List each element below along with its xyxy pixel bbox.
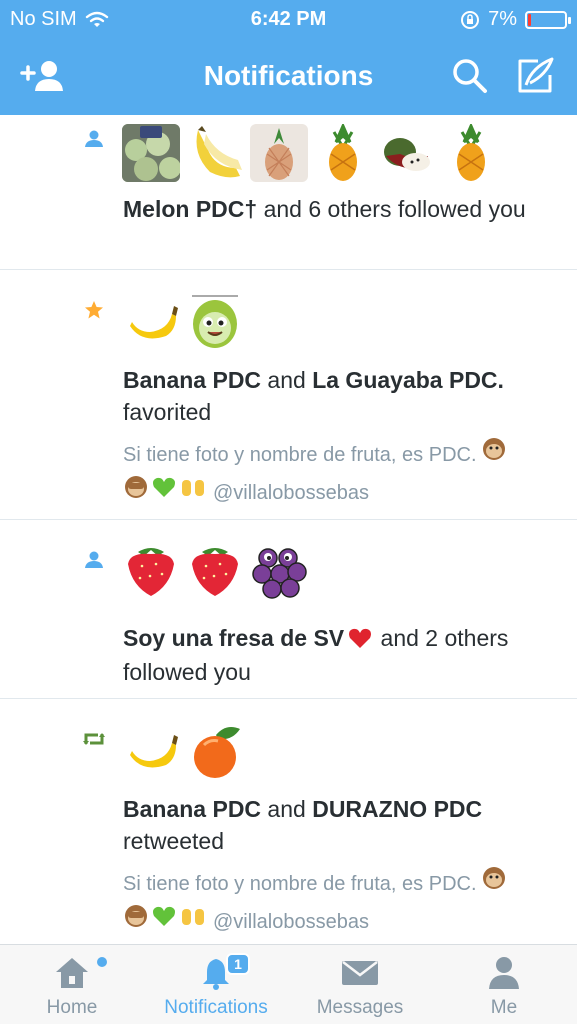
avatar[interactable] [378,124,436,182]
avatar[interactable] [250,124,308,182]
tab-me[interactable]: Me [432,945,576,1024]
status-bar: No SIM 6:42 PM 7% [0,0,577,40]
notifications-feed[interactable]: Melon PDC† and 6 others followed you Ban… [0,115,577,944]
user-name[interactable]: Banana PDC [123,796,261,822]
notification-rest: and 2 others [374,625,509,651]
notification-item[interactable]: Banana PDC and DURAZNO PDC retweeted Si … [0,699,577,944]
notification-item[interactable]: Melon PDC† and 6 others followed you [0,115,577,270]
tab-bar: Home 1 Notifications Messages Me [0,944,577,1024]
orientation-lock-icon [461,10,480,29]
envelope-icon [288,955,432,991]
avatar-row [122,721,244,779]
tab-label: Messages [316,997,404,1018]
tweet-handle[interactable]: @villalobossebas [213,904,369,940]
star-icon [82,298,106,322]
tab-notifications[interactable]: 1 Notifications [144,945,288,1024]
follow-icon [82,127,106,151]
search-button[interactable] [446,54,494,98]
tweet-text: Si tiene foto y nombre de fruta, es PDC. [123,873,477,895]
tweet-preview[interactable]: Si tiene foto y nombre de fruta, es PDC.… [123,436,557,512]
user-name[interactable]: Soy una fresa de SV [123,622,344,654]
green-heart-icon [151,474,177,512]
tweet-preview[interactable]: Si tiene foto y nombre de fruta, es PDC.… [123,865,557,941]
tab-home[interactable]: Home [0,945,144,1024]
unread-dot [97,957,107,967]
tweet-text: Si tiene foto y nombre de fruta, es PDC. [123,444,477,466]
avatar[interactable] [442,124,500,182]
compose-button[interactable] [512,54,560,98]
compose-icon [518,57,554,93]
notification-rest: and 6 others followed you [257,196,526,222]
red-heart-icon [346,625,374,651]
user-name[interactable]: Banana PDC [123,367,261,393]
avatar[interactable] [186,292,244,350]
notification-text: Banana PDC and DURAZNO PDC [123,796,483,822]
tab-label: Notifications [164,997,268,1018]
tweet-handle[interactable]: @villalobossebas [213,475,369,511]
notification-item[interactable]: Banana PDC and La Guayaba PDC. favorited… [0,270,577,520]
avatar[interactable] [122,721,180,779]
notification-badge: 1 [226,953,250,975]
search-icon [453,59,487,93]
user-name[interactable]: Melon PDC† [123,196,257,222]
user-name[interactable]: DURAZNO PDC [312,796,482,822]
avatar[interactable] [250,542,308,600]
tab-label: Me [490,997,518,1018]
notification-text: Soy una fresa de SV and 2 others [123,622,557,654]
avatar[interactable] [186,721,244,779]
avatar-row [122,292,244,350]
status-right: 7% [460,8,571,31]
battery-percent: 7% [488,8,517,30]
home-icon [0,955,144,991]
top-bar: No SIM 6:42 PM 7% Notifications [0,0,577,115]
retweet-icon [82,727,106,751]
monkey-emoji-icon [123,903,149,941]
monkey-emoji-icon [123,474,149,512]
tab-messages[interactable]: Messages [288,945,432,1024]
user-name[interactable]: La Guayaba PDC. [312,367,504,393]
avatar[interactable] [122,124,180,182]
green-heart-icon [151,903,177,941]
notification-action: retweeted [123,828,225,854]
bell-icon [144,955,288,991]
avatar[interactable] [186,124,244,182]
avatar-row [122,124,500,182]
follow-icon [82,548,106,572]
avatar[interactable] [122,292,180,350]
monkey-emoji-icon [481,436,507,474]
notification-action: favorited [123,399,212,425]
monkey-emoji-icon [481,865,507,903]
notification-text: Melon PDC† and 6 others followed you [123,193,557,225]
avatar[interactable] [314,124,372,182]
person-icon [432,955,576,991]
avatar[interactable] [186,542,244,600]
avatar[interactable] [122,542,180,600]
avatar-row [122,542,308,600]
battery-icon [525,10,571,29]
tab-label: Home [46,997,98,1018]
notification-text: Banana PDC and La Guayaba PDC. [123,367,504,393]
notification-rest-2: followed you [123,659,251,685]
raised-hands-icon [179,474,207,512]
nav-bar: Notifications [0,40,577,115]
notification-item[interactable]: Soy una fresa de SV and 2 others followe… [0,520,577,699]
raised-hands-icon [179,903,207,941]
